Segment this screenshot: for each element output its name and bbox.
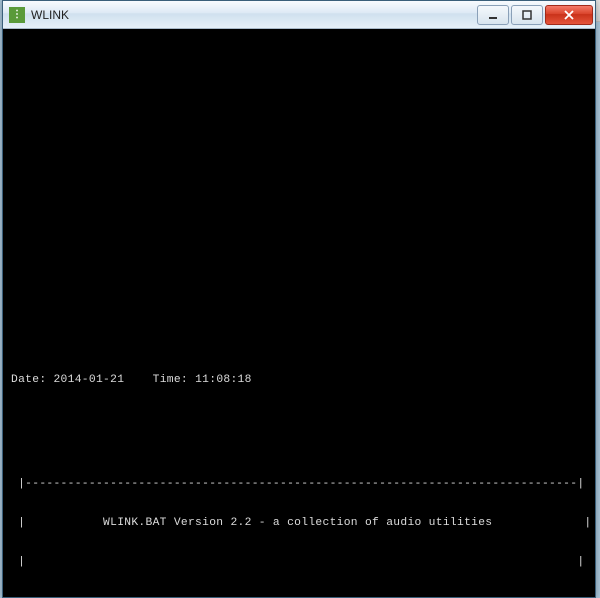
header-row: | WLINK.BAT Version 2.2 - a collection o…: [11, 517, 587, 530]
titlebar[interactable]: ⋮ WLINK: [3, 1, 595, 29]
window-controls: [475, 5, 593, 25]
maximize-button[interactable]: [511, 5, 543, 25]
time-text: Time: 11:08:18: [153, 374, 252, 386]
date-text: Date: 2014-01-21: [11, 374, 124, 386]
app-icon: ⋮: [9, 7, 25, 23]
app-window: ⋮ WLINK Date: 2014-01-21 Time: 11:08:18 …: [2, 0, 596, 598]
header-text: WLINK.BAT Version 2.2 - a collection of …: [103, 517, 492, 529]
box-top: |---------------------------------------…: [11, 478, 587, 491]
console-blank-area: [11, 55, 587, 335]
blank-box-line: | |: [11, 556, 587, 569]
maximize-icon: [522, 10, 532, 20]
blank-line: [11, 426, 587, 439]
date-time-line: Date: 2014-01-21 Time: 11:08:18: [11, 374, 587, 387]
minimize-button[interactable]: [477, 5, 509, 25]
window-title: WLINK: [31, 8, 475, 22]
close-icon: [563, 10, 575, 20]
minimize-icon: [488, 10, 498, 20]
console-area[interactable]: Date: 2014-01-21 Time: 11:08:18 |-------…: [9, 29, 589, 591]
close-button[interactable]: [545, 5, 593, 25]
